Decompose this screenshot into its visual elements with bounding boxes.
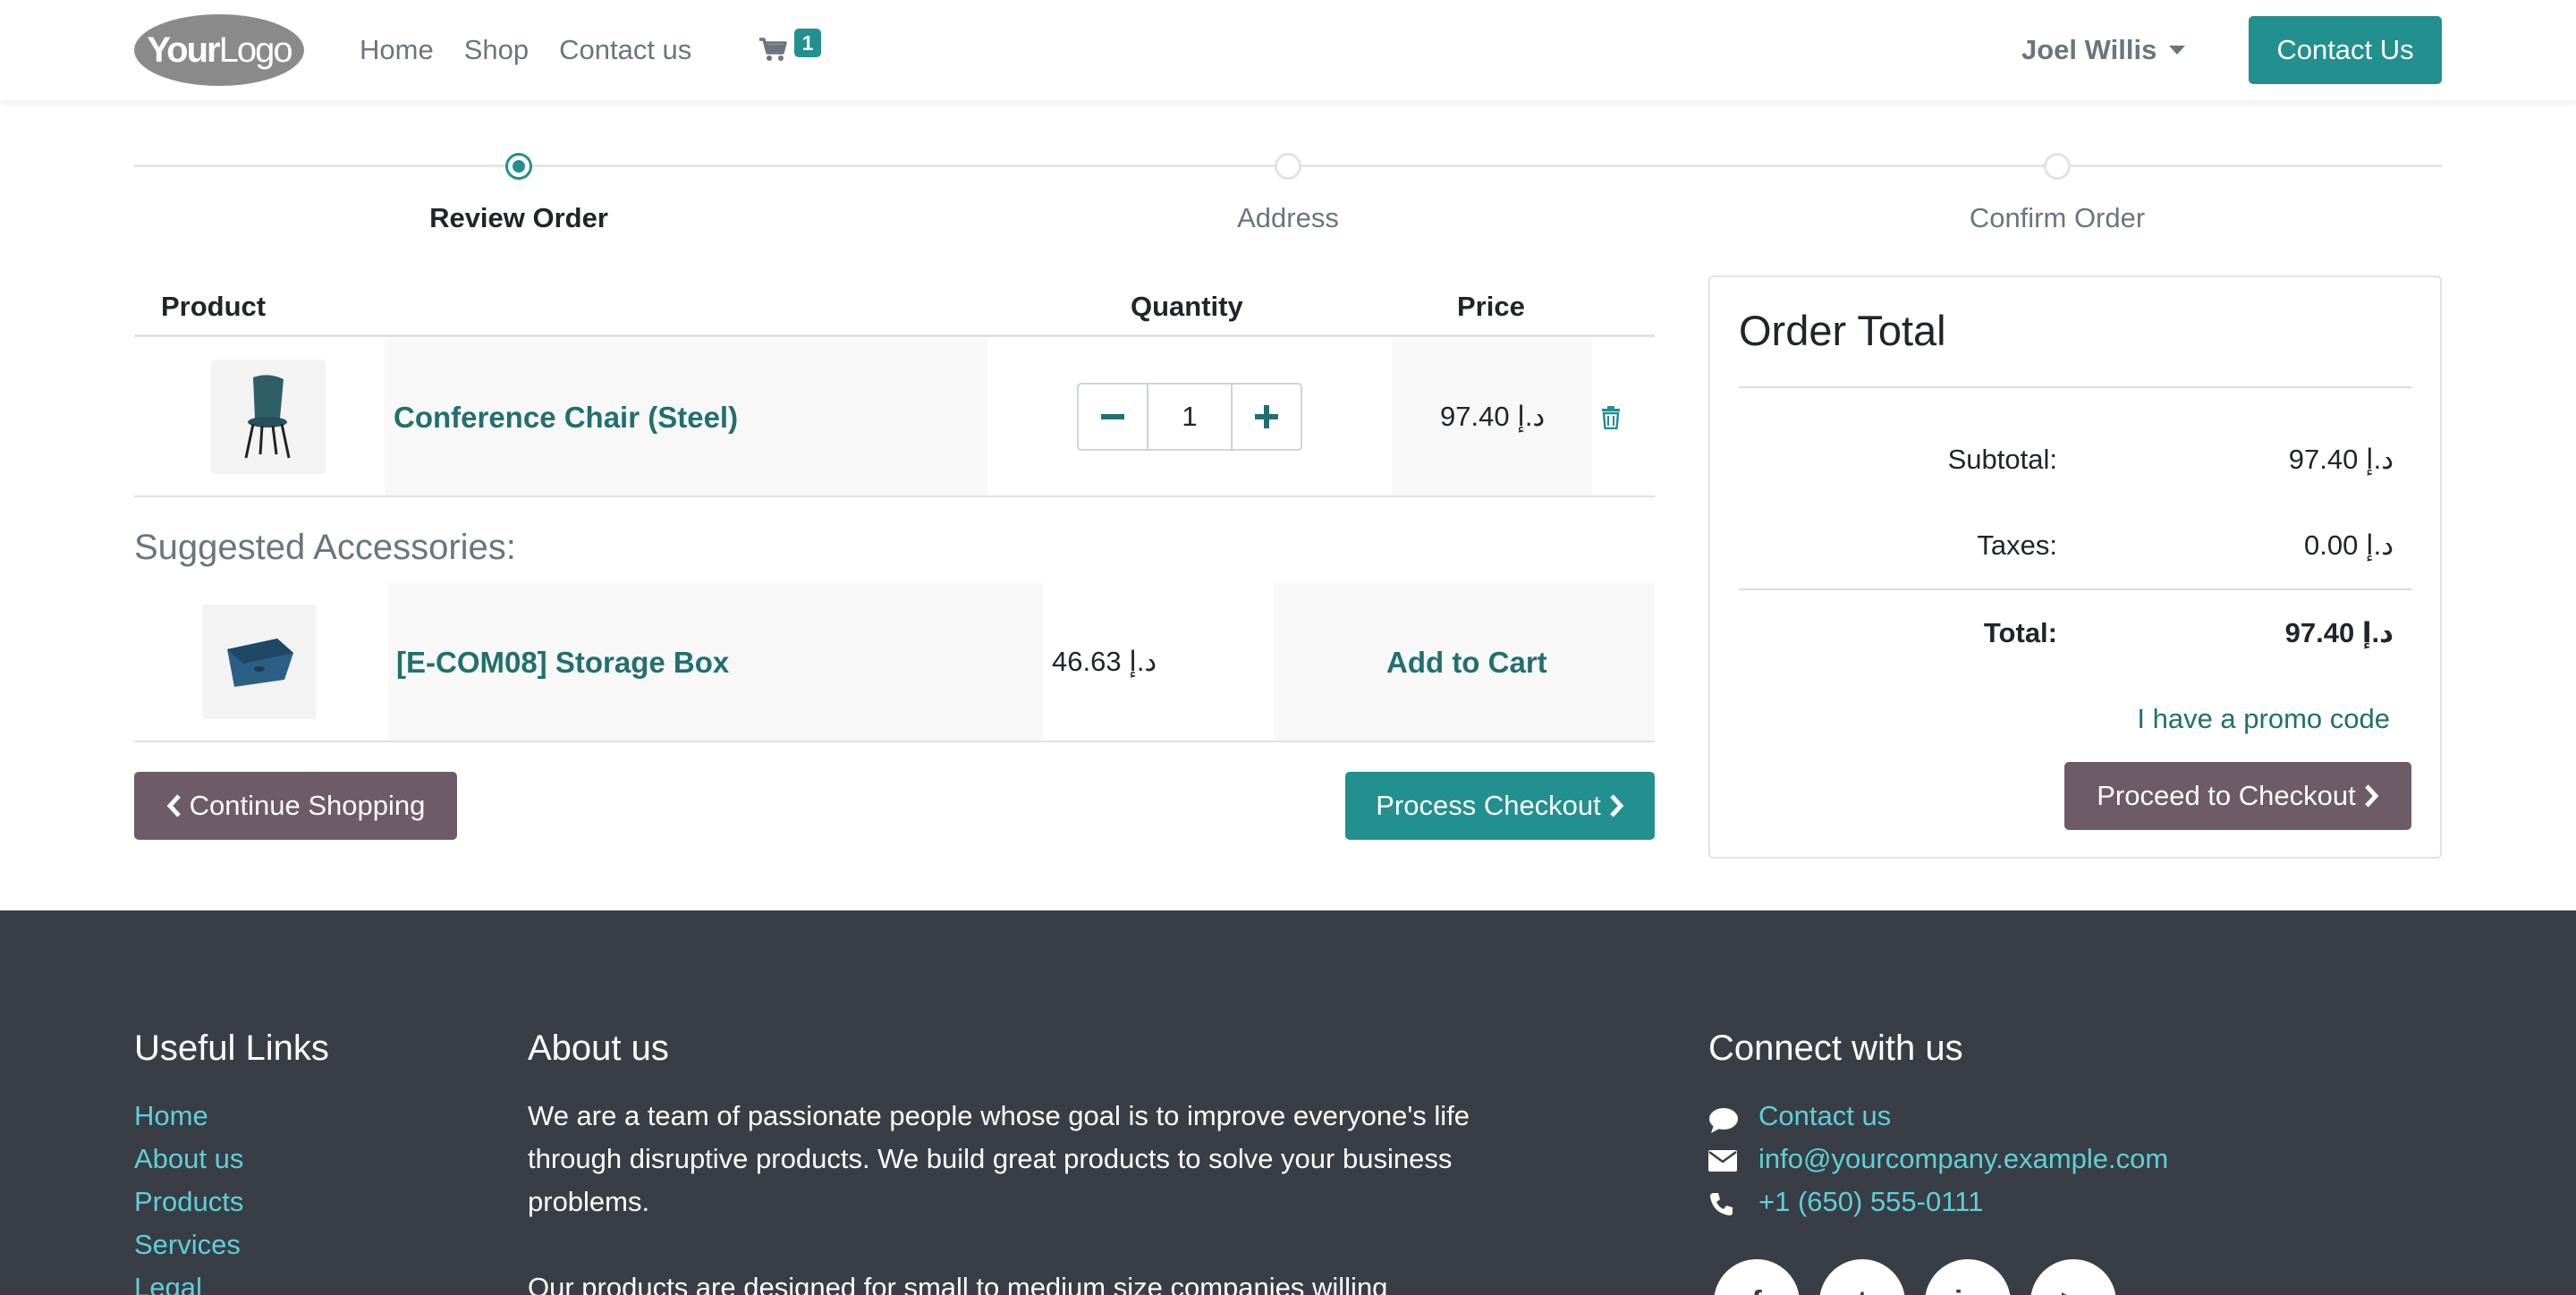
user-menu[interactable]: Joel Willis: [2021, 34, 2186, 66]
chevron-right-icon: [2364, 784, 2379, 808]
column-header-price: Price: [1457, 291, 1525, 322]
storage-box-icon: [227, 639, 293, 687]
remove-line-button[interactable]: [1600, 406, 1622, 434]
column-header-product: Product: [161, 291, 267, 322]
product-link-storage-box[interactable]: [E-COM08] Storage Box: [396, 646, 729, 680]
connect-with-us-title: Connect with us: [1708, 1028, 1963, 1068]
footer-email-link[interactable]: info@yourcompany.example.com: [1758, 1143, 2168, 1175]
step-address-dot: [1275, 153, 1301, 180]
footer: Useful Links Home About us Products Serv…: [0, 910, 2576, 1295]
comment-icon: [1709, 1108, 1738, 1133]
decrease-quantity-button[interactable]: [1079, 385, 1147, 449]
footer-phone-link[interactable]: +1 (650) 555-0111: [1758, 1186, 1983, 1218]
company-logo[interactable]: Your Logo: [134, 14, 304, 86]
suggested-accessories-title: Suggested Accessories:: [134, 528, 516, 567]
step-confirm-label: Confirm Order: [1969, 202, 2146, 233]
subtotal-label: Subtotal:: [1947, 444, 2057, 475]
footer-link-legal[interactable]: Legal: [134, 1272, 202, 1295]
promo-code-link[interactable]: I have a promo code: [2137, 703, 2390, 735]
column-header-quantity: Quantity: [1131, 291, 1243, 322]
phone-icon: [1710, 1193, 1733, 1215]
step-review-dot: [505, 153, 532, 180]
continue-shopping-button[interactable]: Continue Shopping: [134, 772, 457, 840]
proceed-to-checkout-button[interactable]: Proceed to Checkout: [2064, 762, 2411, 830]
chevron-left-icon: [166, 794, 181, 817]
subtotal-value: 97.40 د.إ: [2288, 444, 2394, 475]
step-confirm-dot: [2044, 153, 2071, 180]
step-review-label: Review Order: [429, 202, 608, 233]
footer-link-products[interactable]: Products: [134, 1186, 243, 1218]
add-to-cart-link[interactable]: Add to Cart: [1386, 646, 1547, 680]
envelope-icon: [1708, 1150, 1737, 1172]
chair-icon: [244, 375, 291, 459]
product-thumbnail-chair[interactable]: [211, 360, 326, 474]
footer-contact-us-link[interactable]: Contact us: [1758, 1100, 1891, 1132]
plus-icon: [1255, 405, 1278, 428]
about-us-title: About us: [528, 1028, 669, 1068]
footer-link-about-us[interactable]: About us: [134, 1143, 243, 1175]
useful-links-title: Useful Links: [134, 1028, 329, 1068]
footer-link-home[interactable]: Home: [134, 1100, 208, 1132]
quantity-stepper: 1: [1077, 383, 1302, 451]
header-contact-us-button[interactable]: Contact Us: [2249, 16, 2442, 84]
product-thumbnail-storage-box[interactable]: [202, 605, 317, 719]
order-total-card: Order Total Subtotal: 97.40 د.إ Taxes: 0…: [1708, 275, 2442, 859]
total-label: Total:: [1983, 617, 2057, 648]
nav-shop[interactable]: Shop: [464, 34, 529, 66]
accessory-divider: [134, 741, 1655, 742]
shopping-cart-icon: [759, 38, 787, 61]
line-price: 97.40 د.إ: [1440, 401, 1546, 432]
quantity-input[interactable]: 1: [1147, 385, 1233, 449]
increase-quantity-button[interactable]: [1233, 385, 1301, 449]
product-link-conference-chair[interactable]: Conference Chair (Steel): [394, 401, 738, 435]
about-us-paragraph-2: Our products are designed for small to m…: [528, 1272, 1388, 1295]
row-divider: [134, 495, 1655, 497]
accessory-price: 46.63 د.إ: [1052, 646, 1157, 677]
user-name: Joel Willis: [2021, 34, 2157, 65]
about-us-paragraph: We are a team of passionate people whose…: [528, 1100, 1470, 1217]
footer-link-services[interactable]: Services: [134, 1229, 241, 1261]
chevron-right-icon: [1609, 794, 1624, 817]
cart-link[interactable]: 1: [758, 29, 821, 70]
top-navbar: Your Logo Home Shop Contact us 1 Joel Wil…: [0, 0, 2576, 100]
total-value: 97.40 د.إ: [2284, 617, 2394, 648]
step-address-label: Address: [1237, 202, 1339, 233]
trash-icon: [1602, 406, 1620, 430]
nav-contact-us[interactable]: Contact us: [559, 34, 691, 66]
nav-home[interactable]: Home: [360, 34, 434, 66]
order-total-title: Order Total: [1739, 307, 1946, 354]
table-header-divider: [134, 334, 1655, 337]
process-checkout-button[interactable]: Process Checkout: [1345, 772, 1655, 840]
minus-icon: [1101, 414, 1124, 419]
taxes-label: Taxes:: [1977, 529, 2057, 561]
taxes-value: 0.00 د.إ: [2304, 529, 2394, 561]
caret-down-icon: [2169, 46, 2186, 55]
main-nav: Home Shop Contact us: [360, 34, 722, 66]
cart-count-badge: 1: [794, 29, 821, 57]
